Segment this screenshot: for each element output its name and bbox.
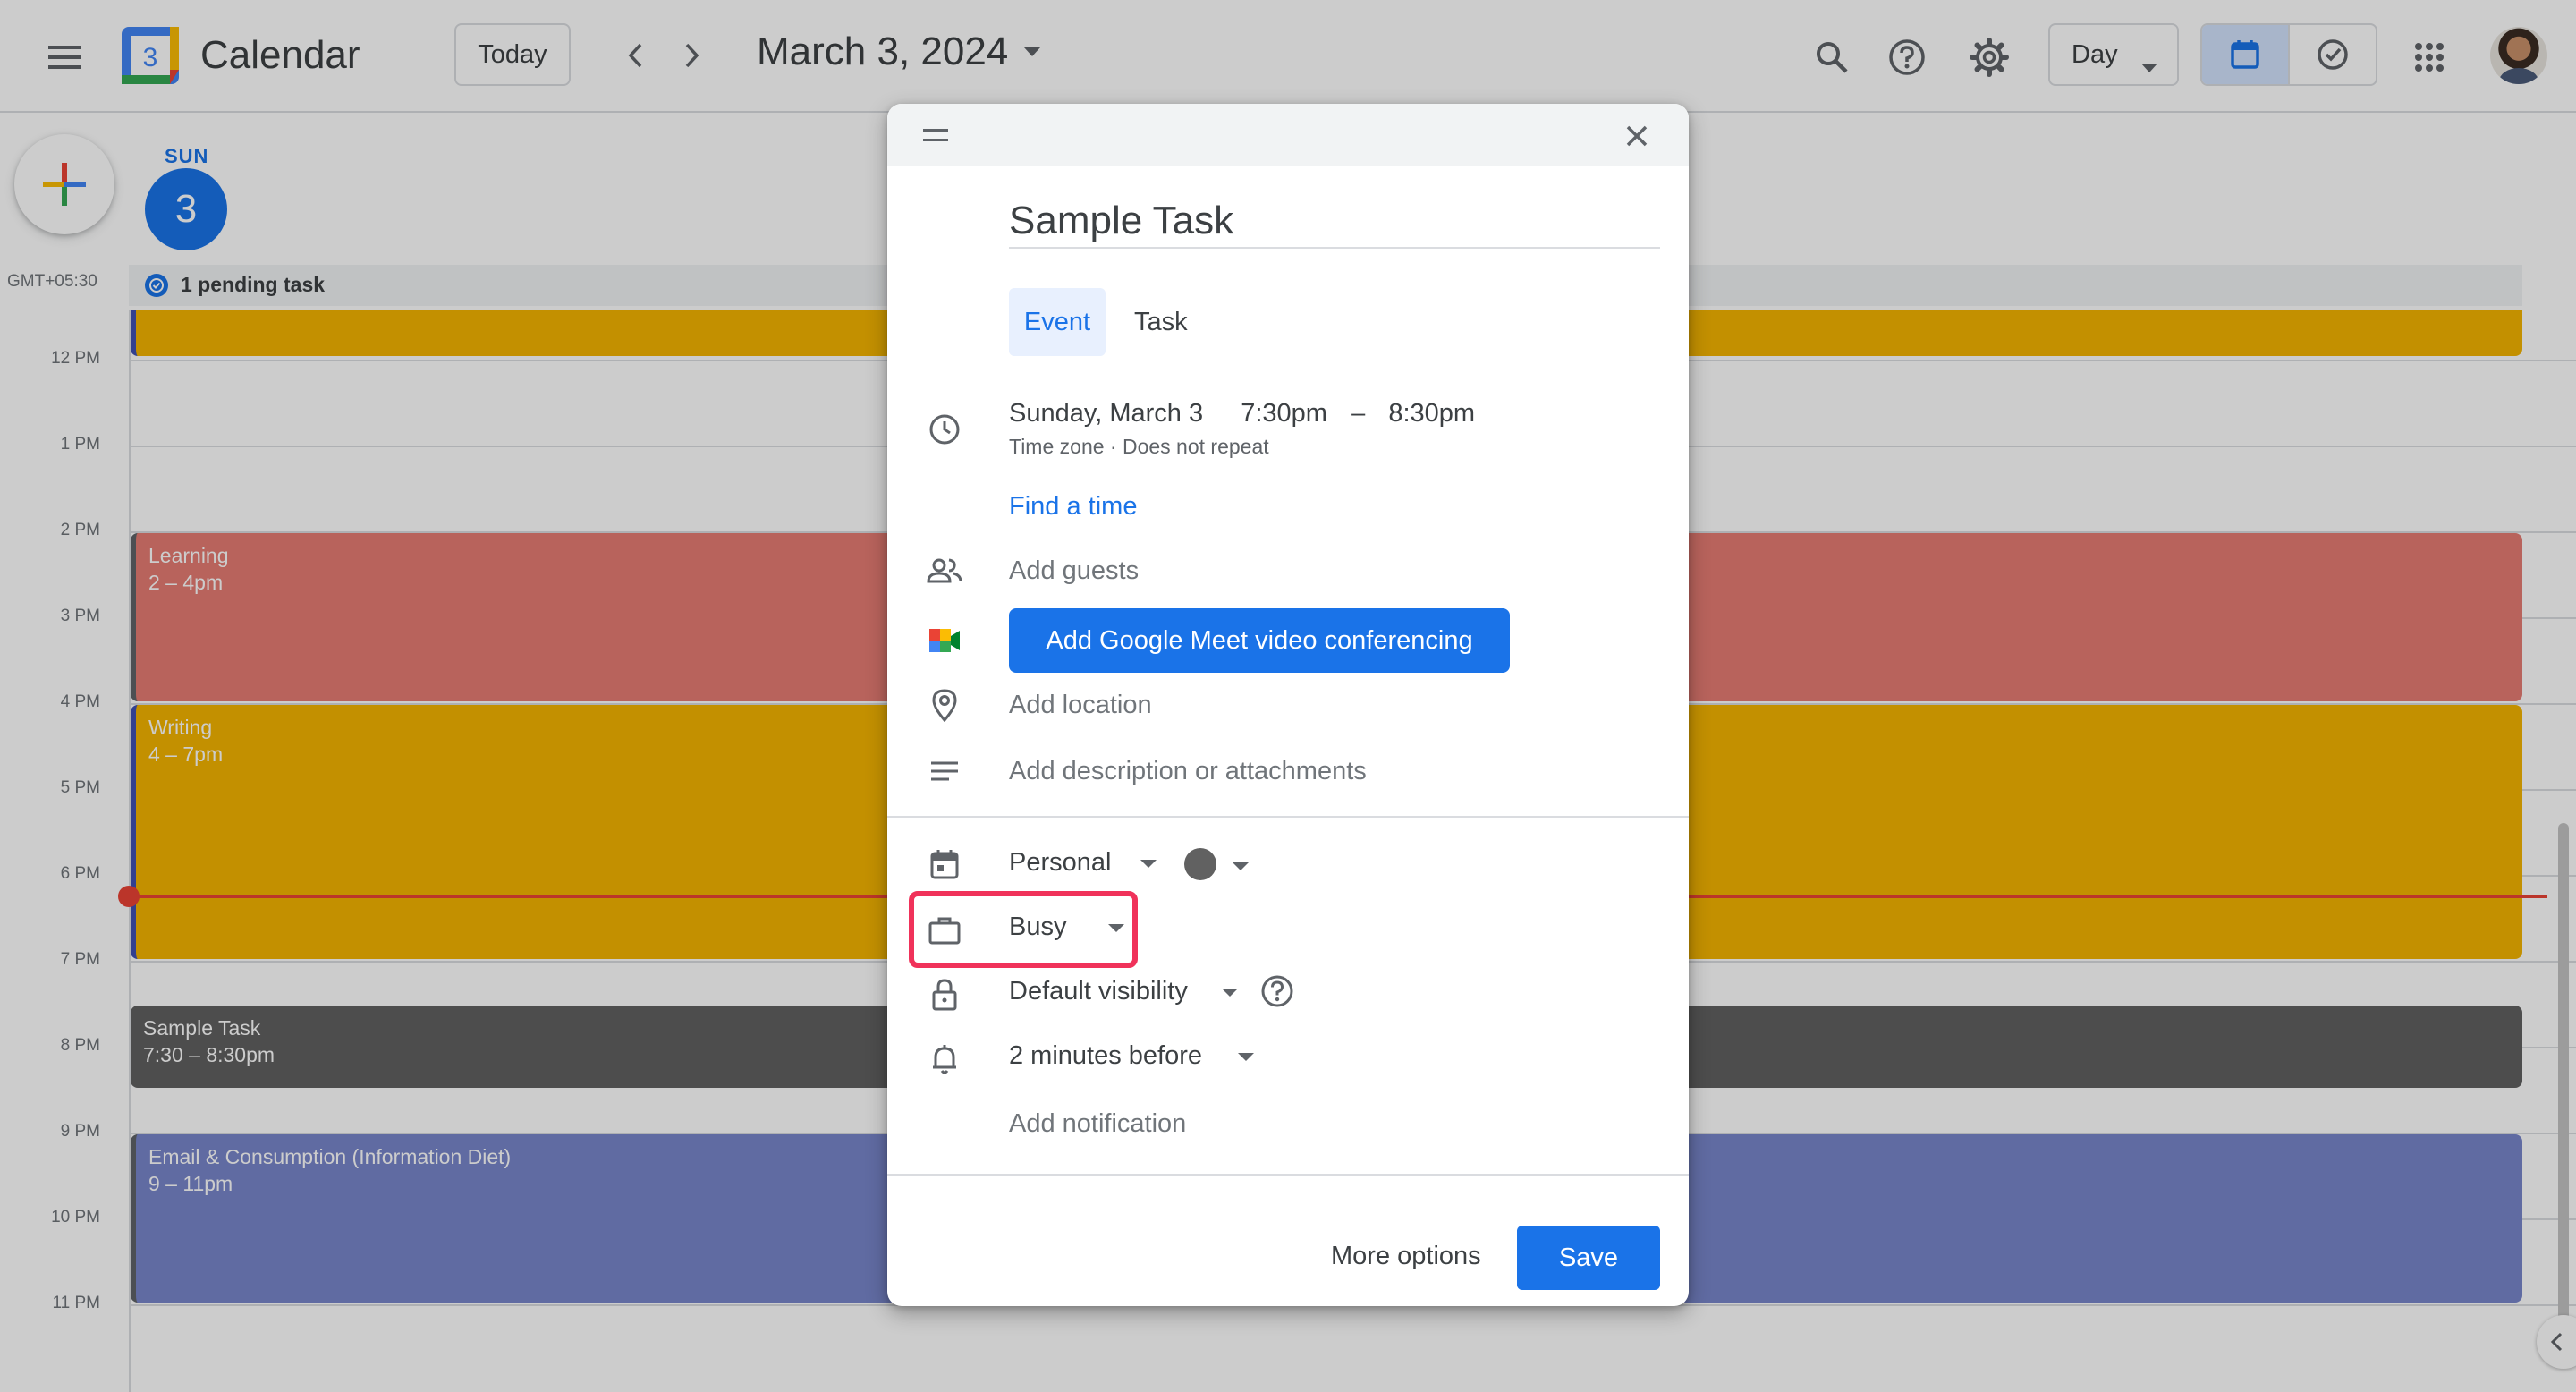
drag-handle-icon[interactable] bbox=[923, 129, 948, 141]
quick-event-dialog: Event Task Sunday, March 3 7:30pm – 8:30… bbox=[887, 104, 1689, 1306]
add-meet-button[interactable]: Add Google Meet video conferencing bbox=[1009, 608, 1510, 673]
help-icon[interactable] bbox=[1259, 973, 1295, 1014]
google-meet-icon bbox=[925, 621, 964, 660]
add-guests-field[interactable]: Add guests bbox=[1009, 556, 1139, 586]
find-a-time-link[interactable]: Find a time bbox=[1009, 492, 1137, 522]
event-datetime[interactable]: Sunday, March 3 7:30pm – 8:30pm bbox=[1009, 399, 1475, 429]
chevron-down-icon bbox=[1238, 1052, 1255, 1061]
people-icon bbox=[925, 551, 964, 590]
chevron-down-icon bbox=[1107, 923, 1124, 932]
chevron-down-icon bbox=[1140, 859, 1157, 868]
visibility-label: Default visibility bbox=[1009, 977, 1188, 1006]
add-description-field[interactable]: Add description or attachments bbox=[1009, 757, 1367, 786]
time-separator: – bbox=[1351, 399, 1366, 428]
tab-event[interactable]: Event bbox=[1009, 288, 1106, 356]
dialog-divider bbox=[887, 816, 1689, 818]
close-icon[interactable] bbox=[1617, 116, 1657, 156]
calendar-icon bbox=[925, 845, 964, 884]
add-notification-link[interactable]: Add notification bbox=[1009, 1109, 1186, 1139]
timezone-repeat-label[interactable]: Time zone · Does not repeat bbox=[1009, 435, 1269, 459]
clock-icon bbox=[925, 410, 964, 449]
dialog-header[interactable] bbox=[887, 104, 1689, 166]
calendar-select-label: Personal bbox=[1009, 848, 1112, 877]
lock-icon bbox=[925, 975, 964, 1014]
more-options-button[interactable]: More options bbox=[1320, 1226, 1492, 1286]
location-pin-icon bbox=[925, 685, 964, 725]
event-title-input[interactable] bbox=[1009, 195, 1660, 249]
chevron-down-icon[interactable] bbox=[1233, 859, 1249, 875]
add-location-field[interactable]: Add location bbox=[1009, 691, 1152, 720]
notification-label: 2 minutes before bbox=[1009, 1041, 1203, 1070]
save-button[interactable]: Save bbox=[1517, 1226, 1660, 1290]
calendar-select[interactable]: Personal bbox=[1009, 848, 1157, 878]
notification-select[interactable]: 2 minutes before bbox=[1009, 1041, 1255, 1071]
event-color-select[interactable] bbox=[1184, 848, 1216, 880]
dialog-footer-divider bbox=[887, 1174, 1689, 1176]
description-icon bbox=[925, 751, 964, 791]
visibility-select[interactable]: Default visibility bbox=[1009, 977, 1238, 1006]
availability-label: Busy bbox=[1009, 912, 1067, 941]
briefcase-icon bbox=[925, 911, 964, 950]
chevron-down-icon bbox=[1221, 988, 1238, 997]
event-start-time[interactable]: 7:30pm bbox=[1241, 399, 1327, 428]
event-date[interactable]: Sunday, March 3 bbox=[1009, 399, 1203, 428]
availability-select[interactable]: Busy bbox=[1009, 912, 1124, 942]
event-end-time[interactable]: 8:30pm bbox=[1388, 399, 1475, 428]
bell-icon bbox=[925, 1040, 964, 1079]
tab-task[interactable]: Task bbox=[1123, 288, 1199, 356]
